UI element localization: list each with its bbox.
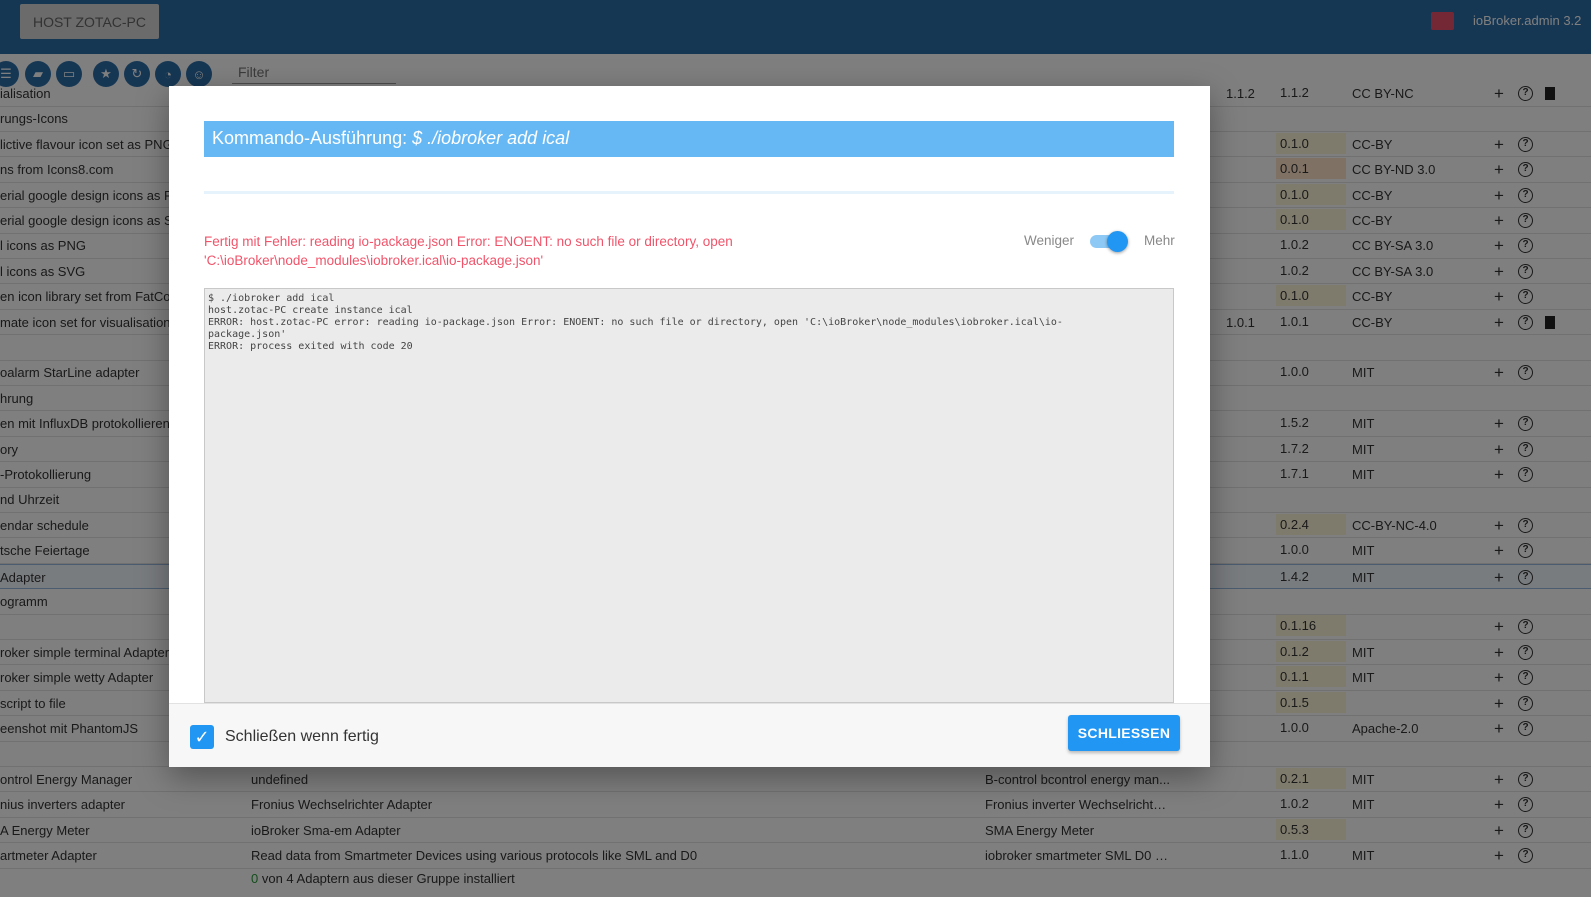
- command-log[interactable]: $ ./iobroker add ical host.zotac-PC crea…: [204, 288, 1174, 703]
- toggle-more-label: Mehr: [1144, 233, 1175, 248]
- dialog-title-prefix: Kommando-Ausführung:: [212, 128, 413, 148]
- close-when-done-checkbox[interactable]: ✓: [190, 725, 214, 749]
- dialog-footer: ✓ Schließen wenn fertig SCHLIESSEN: [169, 703, 1210, 767]
- close-button[interactable]: SCHLIESSEN: [1068, 715, 1180, 751]
- close-when-done-label[interactable]: Schließen wenn fertig: [225, 728, 379, 746]
- progress-bar: [204, 191, 1174, 194]
- toggle-less-label: Weniger: [1024, 233, 1075, 248]
- error-message: Fertig mit Fehler: reading io-package.js…: [204, 234, 733, 268]
- dialog-title-command: $ ./iobroker add ical: [412, 128, 570, 148]
- details-toggle-thumb[interactable]: [1107, 231, 1128, 252]
- command-dialog: Kommando-Ausführung: $ ./iobroker add ic…: [169, 86, 1210, 767]
- dialog-title: Kommando-Ausführung: $ ./iobroker add ic…: [204, 121, 1174, 157]
